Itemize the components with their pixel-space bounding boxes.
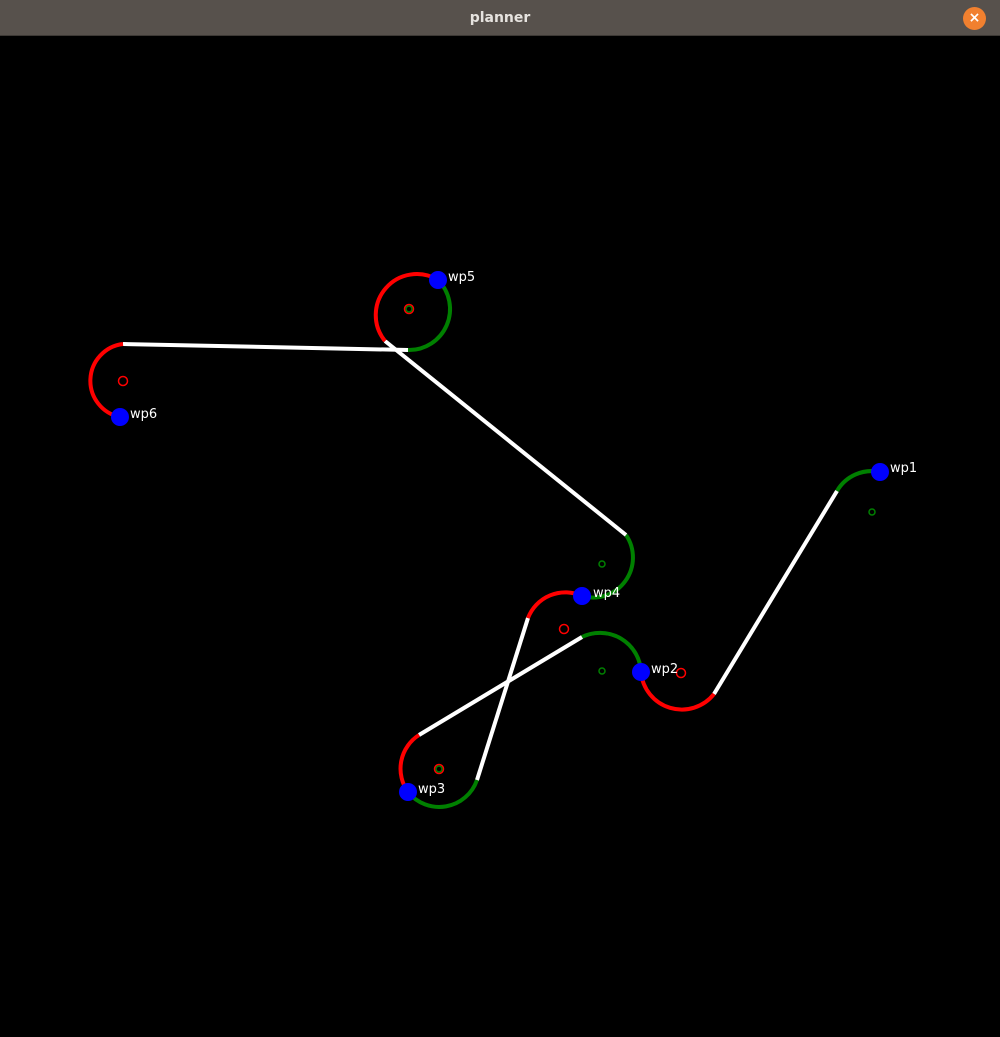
center-marker-wp4-left [598, 560, 606, 568]
arc-right-wp2-in [639, 671, 716, 712]
planner-window: planner × wp1 wp2 wp3 wp4 wp5 wp6 [0, 0, 1000, 1037]
straight-wp5-wp6 [122, 342, 409, 352]
waypoint-wp4[interactable] [573, 587, 591, 605]
center-marker-wp2-left [598, 667, 606, 675]
close-icon: × [968, 10, 981, 26]
straight-wp1-wp2 [712, 489, 839, 696]
waypoint-wp5[interactable] [429, 271, 447, 289]
waypoint-label-wp5: wp5 [448, 270, 475, 285]
center-marker-wp5-left [405, 305, 413, 313]
straight-wp3-wp4 [475, 617, 530, 781]
waypoint-label-wp6: wp6 [130, 407, 157, 422]
center-marker-wp3-left [435, 765, 443, 773]
path-plot: wp1 wp2 wp3 wp4 wp5 wp6 [88, 270, 917, 809]
waypoint-label-wp4: wp4 [593, 586, 620, 601]
center-marker-wp1 [868, 508, 876, 516]
planner-canvas[interactable]: wp1 wp2 wp3 wp4 wp5 wp6 [0, 37, 1000, 1037]
waypoint-label-wp1: wp1 [890, 461, 917, 476]
straight-wp2-wp3 [417, 635, 584, 737]
center-marker-wp4-right [558, 623, 570, 635]
title-bar[interactable]: planner × [0, 0, 1000, 36]
close-button[interactable]: × [963, 7, 986, 30]
window-title: planner [469, 10, 531, 26]
waypoint-label-wp3: wp3 [418, 782, 445, 797]
waypoint-wp1[interactable] [871, 463, 889, 481]
waypoint-wp3[interactable] [399, 783, 417, 801]
straight-wp4-wp5 [383, 339, 628, 537]
arc-left-wp2-out [581, 630, 643, 673]
arc-left-wp5-loop [407, 278, 453, 353]
waypoint-wp2[interactable] [632, 663, 650, 681]
waypoint-label-wp2: wp2 [651, 662, 678, 677]
center-marker-wp6 [117, 375, 129, 387]
waypoint-wp6[interactable] [111, 408, 129, 426]
